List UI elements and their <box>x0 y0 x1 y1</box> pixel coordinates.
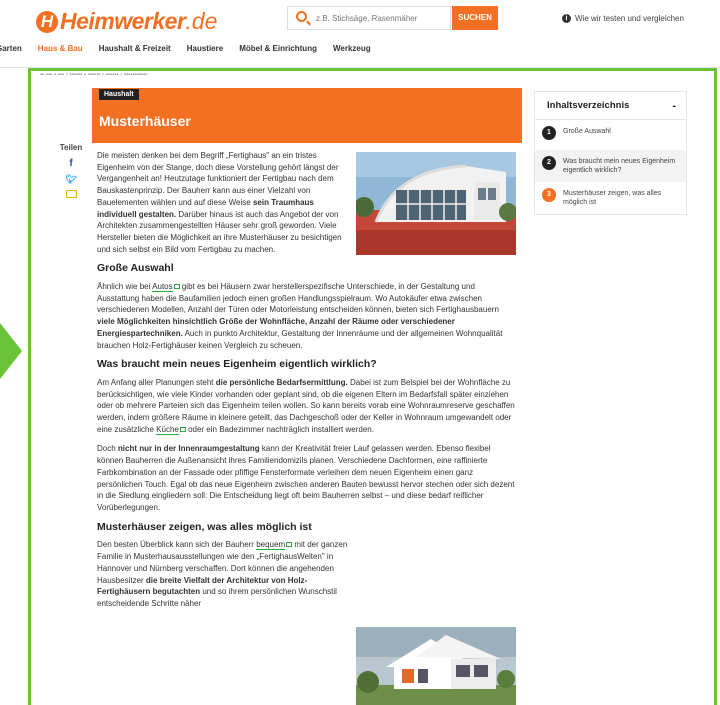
logo-tld: .de <box>185 8 218 34</box>
facebook-icon[interactable]: f <box>56 158 86 169</box>
nav-item-haustiere[interactable]: Haustiere <box>187 44 223 53</box>
site-header: H Heimwerker.de SUCHEN i Wie wir testen … <box>0 0 720 68</box>
toc-item-label: Was braucht mein neues Eigenheim eigentl… <box>563 158 676 174</box>
link-kueche[interactable]: Küche <box>156 424 179 435</box>
title-banner: Haushalt Musterhäuser <box>92 88 522 143</box>
nav-item-werkzeug[interactable]: Werkzeug <box>333 44 371 53</box>
toc-item-1[interactable]: 1 Große Auswahl <box>535 120 686 150</box>
show-house-image <box>356 627 516 705</box>
toc-number: 3 <box>542 188 556 202</box>
search-icon <box>296 11 307 22</box>
link-bequem[interactable]: bequem <box>256 540 286 551</box>
site-logo[interactable]: H Heimwerker .de <box>36 8 217 35</box>
info-icon: i <box>562 14 571 23</box>
toc-header[interactable]: Inhaltsverzeichnis - <box>535 92 686 120</box>
article-body: Die meisten denken bei dem Begriff „Fert… <box>97 150 517 618</box>
section-heading-eigenheim: Was braucht mein neues Eigenheim eigentl… <box>97 358 377 371</box>
paragraph-gestaltung: Doch nicht nur in der Innenraumgestaltun… <box>97 444 515 512</box>
table-of-contents: Inhaltsverzeichnis - 1 Große Auswahl 2 W… <box>534 91 687 215</box>
share-label: Teilen <box>59 143 83 152</box>
page-title: Musterhäuser <box>99 113 191 129</box>
intro-paragraph: Die meisten denken bei dem Begriff „Fert… <box>97 151 342 254</box>
mail-icon[interactable] <box>65 190 77 198</box>
info-link-label: Wie wir testen und vergleichen <box>575 14 684 23</box>
toc-title: Inhaltsverzeichnis <box>547 100 630 111</box>
toc-number: 2 <box>542 156 556 170</box>
paragraph-bedarf: Am Anfang aller Planungen steht die pers… <box>97 377 515 435</box>
category-tag[interactable]: Haushalt <box>99 89 139 100</box>
section-heading-musterhaeuser: Musterhäuser zeigen, was alles möglich i… <box>97 520 312 533</box>
breadcrumb: ▪▪ ▪▪▪ ▪ ▪▪▪ › ▪▪▪▪▪▪ ▪ ▪▪▪▪▪▪ › ▪▪▪▪▪▪ … <box>40 72 148 78</box>
nav-item-haus-bau[interactable]: Haus & Bau <box>38 44 83 53</box>
twitter-icon[interactable]: 🐦︎ <box>56 174 86 185</box>
toc-item-3[interactable]: 3 Musterhäuser zeigen, was alles möglich… <box>535 182 686 214</box>
toc-item-2[interactable]: 2 Was braucht mein neues Eigenheim eigen… <box>535 150 686 182</box>
highlight-arrow <box>0 323 22 379</box>
share-bar: Teilen f 🐦︎ <box>56 143 86 203</box>
section-heading-grosse-auswahl: Große Auswahl <box>97 262 174 275</box>
search-input[interactable] <box>316 10 446 26</box>
nav-item-haushalt-freizeit[interactable]: Haushalt & Freizeit <box>99 44 171 53</box>
nav-item-garten[interactable]: Garten <box>0 44 22 53</box>
logo-badge: H <box>36 10 58 33</box>
paragraph-musterhaeuser: Den besten Überblick kann sich der Bauhe… <box>97 540 348 608</box>
collapse-icon[interactable]: - <box>672 92 676 120</box>
toc-item-label: Große Auswahl <box>563 128 611 135</box>
info-link[interactable]: i Wie wir testen und vergleichen <box>562 14 684 23</box>
logo-wordmark: Heimwerker <box>60 8 186 34</box>
toc-item-label: Musterhäuser zeigen, was alles möglich i… <box>563 190 662 206</box>
link-autos[interactable]: Autos <box>152 282 173 293</box>
search-button[interactable]: SUCHEN <box>452 6 498 30</box>
paragraph-auswahl: Ähnlich wie bei Autos gibt es bei Häuser… <box>97 282 503 350</box>
search-box <box>287 6 451 30</box>
toc-number: 1 <box>542 126 556 140</box>
main-nav: Garten Haus & Bau Haushalt & Freizeit Ha… <box>0 44 387 53</box>
nav-item-moebel-einrichtung[interactable]: Möbel & Einrichtung <box>239 44 317 53</box>
article-header: Haushalt Musterhäuser <box>92 88 522 143</box>
